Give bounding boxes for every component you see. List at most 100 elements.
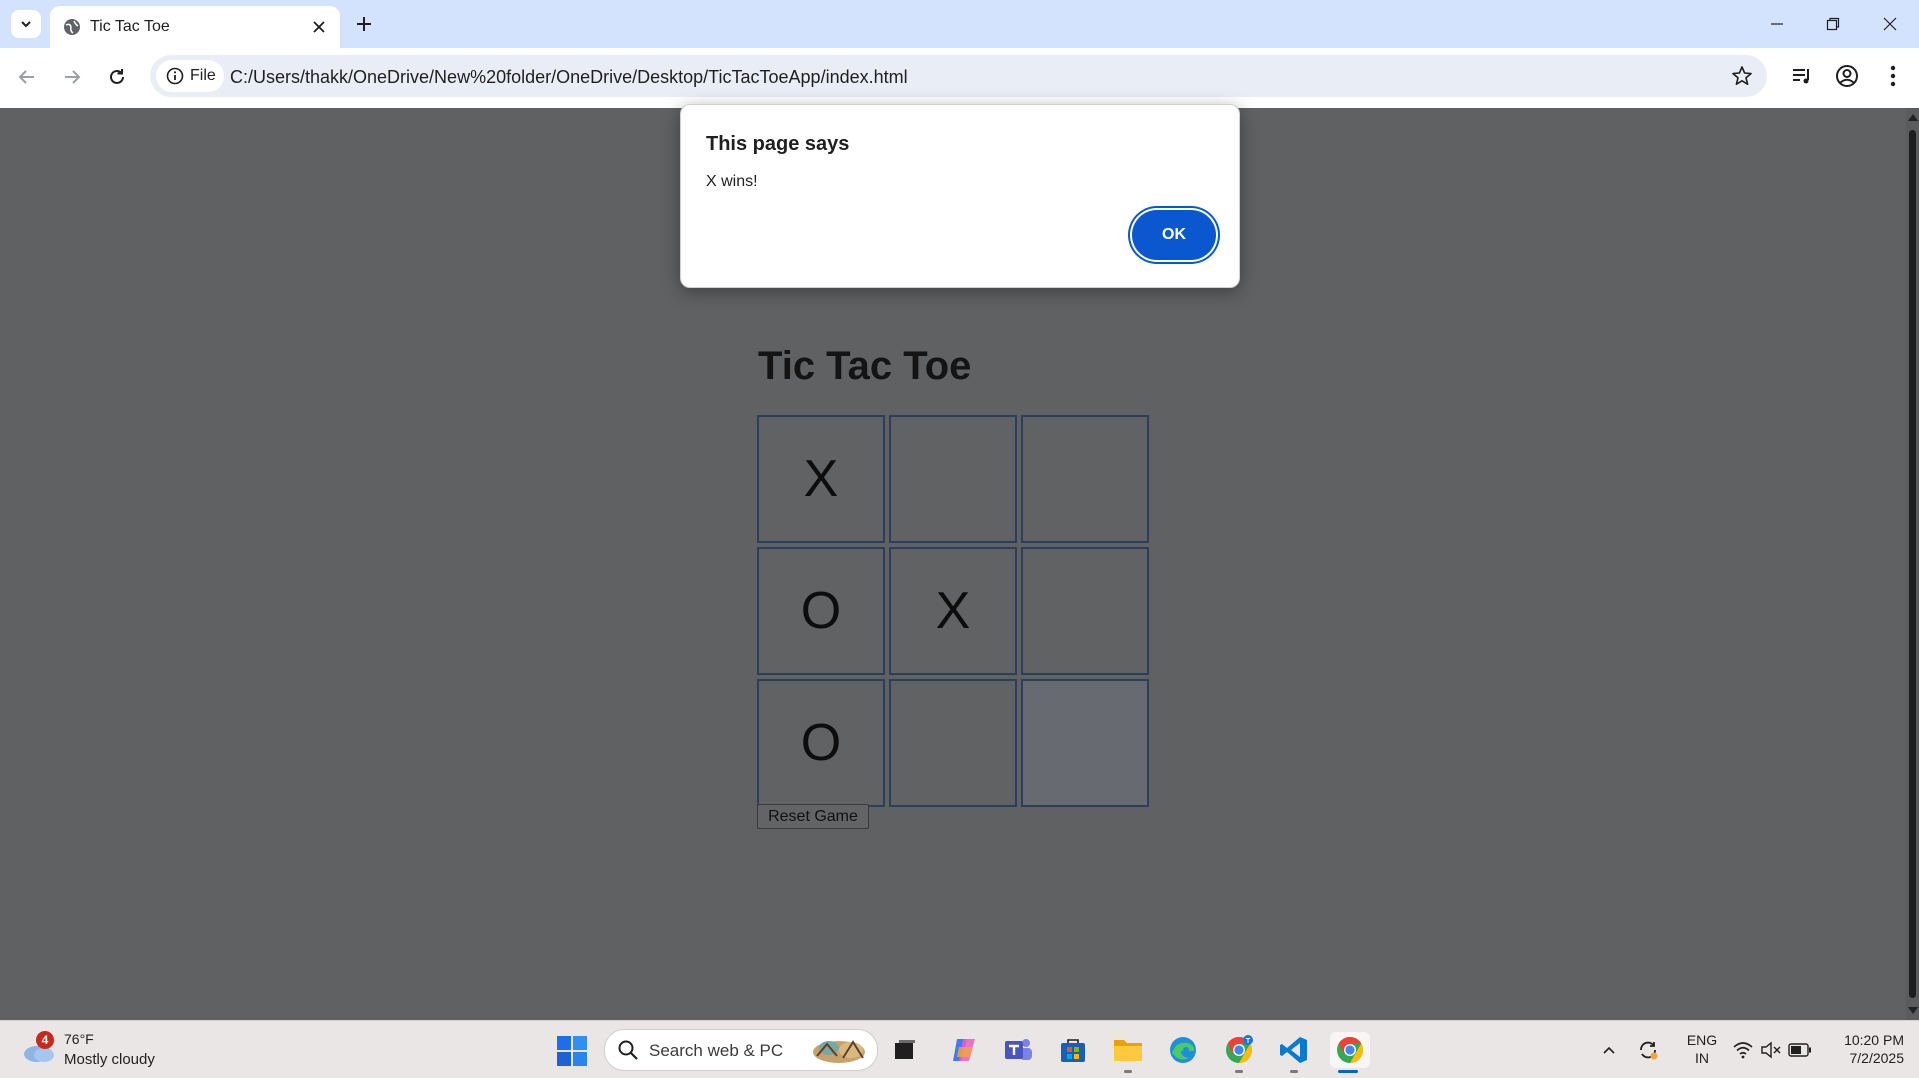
ok-button[interactable]: OK xyxy=(1132,210,1216,260)
system-clock[interactable]: 10:20 PM 7/2/2025 xyxy=(1830,1031,1904,1067)
task-view-icon xyxy=(895,1040,915,1059)
board-cell-4[interactable]: O xyxy=(757,547,885,675)
weather-widget[interactable]: 4 76°F Mostly cloudy xyxy=(20,1029,180,1071)
forward-icon xyxy=(65,70,81,84)
site-info-chip[interactable]: File xyxy=(156,60,224,92)
vscode-icon xyxy=(1280,1037,1307,1063)
weather-temp: 76°F xyxy=(64,1031,94,1047)
menu-icon xyxy=(1890,65,1896,87)
page-title: Tic Tac Toe xyxy=(758,344,972,388)
clock-time: 10:20 PM xyxy=(1844,1032,1904,1048)
page-scrollbar[interactable] xyxy=(1906,108,1919,1020)
running-indicator xyxy=(1235,1070,1243,1073)
scroll-up-arrow[interactable] xyxy=(1908,114,1918,121)
weather-condition: Mostly cloudy xyxy=(64,1051,155,1068)
wifi-icon xyxy=(1733,1042,1753,1059)
chevron-down-icon xyxy=(21,21,31,28)
chevron-up-icon xyxy=(1603,1046,1615,1054)
chrome-profile-app[interactable]: T xyxy=(1221,1032,1257,1073)
edge-icon xyxy=(1170,1037,1196,1063)
search-highlight-icon xyxy=(813,1040,865,1063)
taskbar-search-placeholder: Search web & PC xyxy=(649,1041,784,1060)
chrome-icon: T xyxy=(1226,1035,1253,1064)
copilot-icon xyxy=(953,1039,975,1061)
weather-badge: 4 xyxy=(36,1031,54,1049)
tab-title: Tic Tac Toe xyxy=(90,18,170,35)
scroll-thumb[interactable] xyxy=(1909,130,1916,998)
dialog-message: X wins! xyxy=(706,173,758,190)
media-icon xyxy=(1793,69,1809,84)
board-cell-9[interactable] xyxy=(1021,679,1149,807)
running-indicator xyxy=(1124,1070,1132,1073)
sync-icon xyxy=(1640,1041,1658,1060)
close-window-button[interactable] xyxy=(1867,10,1913,38)
media-controls-button[interactable] xyxy=(1788,62,1816,90)
taskbar-search-box[interactable]: Search web & PC xyxy=(604,1029,878,1071)
board-cell-7[interactable]: O xyxy=(757,679,885,807)
battery-icon xyxy=(1788,1043,1811,1057)
minimize-button[interactable] xyxy=(1754,10,1800,38)
copilot-app[interactable] xyxy=(946,1032,982,1068)
profile-icon xyxy=(1836,65,1858,87)
close-window-icon xyxy=(1883,17,1897,31)
board-cell-1[interactable]: X xyxy=(757,415,885,543)
info-icon xyxy=(166,67,184,85)
edge-app[interactable] xyxy=(1165,1032,1201,1068)
forward-button[interactable] xyxy=(58,63,86,91)
board-cell-5[interactable]: X xyxy=(889,547,1017,675)
store-app[interactable] xyxy=(1055,1032,1091,1068)
chrome-app[interactable] xyxy=(1330,1032,1370,1073)
battery-button[interactable] xyxy=(1787,1037,1813,1063)
restore-button[interactable] xyxy=(1810,10,1856,38)
folder-icon xyxy=(1114,1040,1142,1061)
running-indicator xyxy=(1290,1070,1298,1073)
network-button[interactable] xyxy=(1730,1037,1756,1063)
volume-button[interactable] xyxy=(1758,1037,1784,1063)
minimize-icon xyxy=(1771,23,1783,25)
lang-region: IN xyxy=(1695,1050,1709,1066)
clock-date: 7/2/2025 xyxy=(1849,1050,1905,1066)
store-icon xyxy=(1061,1039,1085,1062)
globe-icon xyxy=(64,19,80,35)
mute-icon xyxy=(1761,1041,1781,1059)
url-text[interactable]: C:/Users/thakk/OneDrive/New%20folder/One… xyxy=(230,67,908,88)
task-view-button[interactable] xyxy=(887,1032,923,1068)
active-indicator xyxy=(1338,1070,1358,1073)
site-chip-label: File xyxy=(190,67,216,84)
reload-button[interactable] xyxy=(103,63,131,91)
address-bar[interactable]: File C:/Users/thakk/OneDrive/New%20folde… xyxy=(150,55,1767,97)
reload-icon xyxy=(110,69,124,84)
scroll-down-arrow[interactable] xyxy=(1908,1007,1918,1014)
svg-text:T: T xyxy=(1246,1038,1251,1045)
dialog-title: This page says xyxy=(706,133,850,155)
lang-code: ENG xyxy=(1686,1032,1718,1048)
board-cell-2[interactable] xyxy=(889,415,1017,543)
board-cell-3[interactable] xyxy=(1021,415,1149,543)
tab-active[interactable]: Tic Tac Toe xyxy=(50,6,340,48)
teams-icon xyxy=(1005,1039,1032,1060)
browser-toolbar: File C:/Users/thakk/OneDrive/New%20folde… xyxy=(0,48,1919,109)
profile-button[interactable] xyxy=(1833,62,1861,90)
tab-search-button[interactable] xyxy=(11,10,41,38)
alert-dialog: This page says X wins! OK xyxy=(680,104,1240,288)
chrome-icon xyxy=(1337,1036,1364,1064)
windows-icon[interactable] xyxy=(556,1035,588,1067)
plus-icon[interactable] xyxy=(352,12,376,36)
star-icon[interactable] xyxy=(1731,65,1753,87)
vscode-app[interactable] xyxy=(1276,1032,1312,1073)
sync-tray-button[interactable] xyxy=(1635,1037,1661,1063)
game-board: X O X O xyxy=(757,415,1149,807)
teams-app[interactable] xyxy=(1000,1032,1036,1068)
board-cell-8[interactable] xyxy=(889,679,1017,807)
tab-strip: Tic Tac Toe xyxy=(0,0,1919,48)
search-icon xyxy=(618,1040,638,1060)
show-hidden-icons-button[interactable] xyxy=(1596,1037,1622,1063)
taskbar: 4 76°F Mostly cloudy Search web & PC T E… xyxy=(0,1020,1919,1078)
file-explorer-app[interactable] xyxy=(1110,1032,1146,1073)
close-icon[interactable] xyxy=(310,18,328,36)
input-language-indicator[interactable]: ENG IN xyxy=(1682,1031,1722,1067)
reset-game-button[interactable]: Reset Game xyxy=(757,804,869,829)
board-cell-6[interactable] xyxy=(1021,547,1149,675)
menu-button[interactable] xyxy=(1879,62,1907,90)
back-button[interactable] xyxy=(13,63,41,91)
